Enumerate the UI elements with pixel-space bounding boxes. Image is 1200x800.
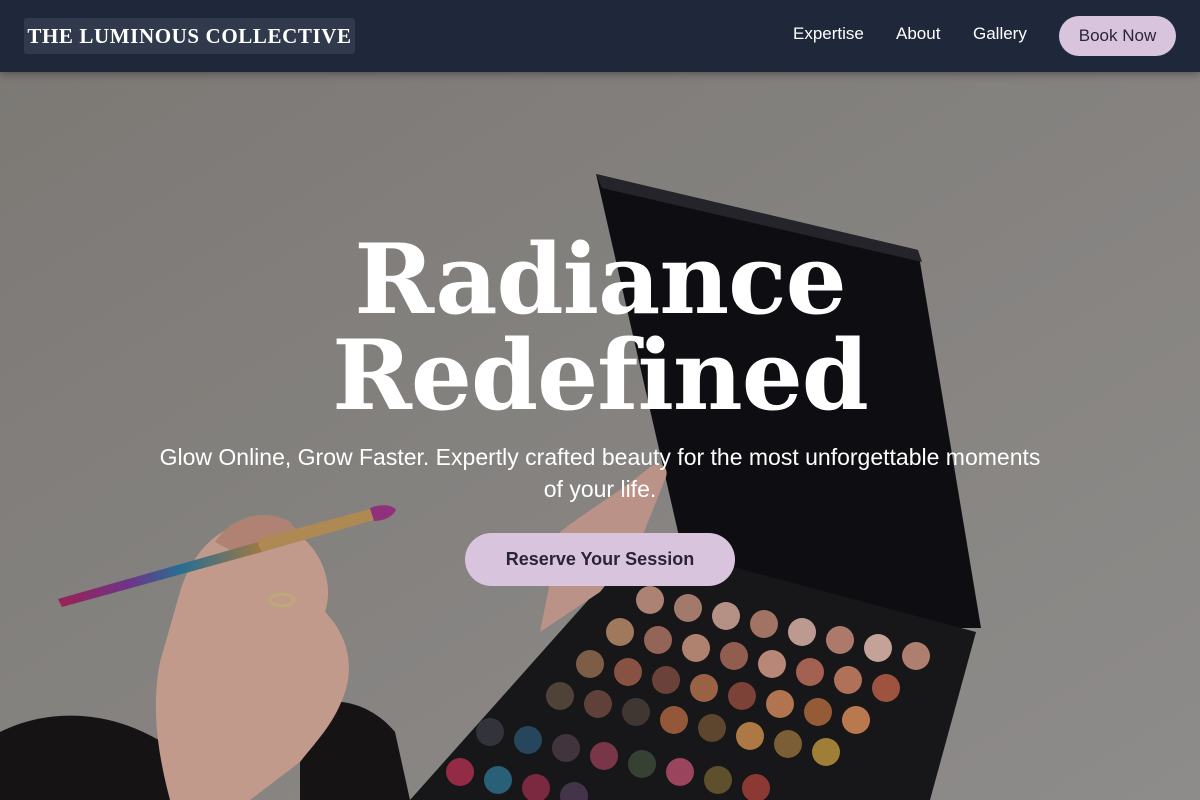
site-logo[interactable]: THE LUMINOUS COLLECTIVE	[24, 18, 355, 54]
hero-headline-line-2: Redefined	[332, 319, 869, 432]
nav-link-gallery[interactable]: Gallery	[973, 24, 1027, 44]
book-now-button[interactable]: Book Now	[1059, 16, 1176, 56]
hero-content: Radiance Redefined Glow Online, Grow Fas…	[0, 72, 1200, 800]
hero-headline-line-1: Radiance	[354, 223, 846, 336]
site-header: THE LUMINOUS COLLECTIVE Expertise About …	[0, 0, 1200, 72]
hero-subtitle: Glow Online, Grow Faster. Expertly craft…	[159, 444, 1041, 502]
reserve-session-button[interactable]: Reserve Your Session	[465, 533, 735, 586]
hero-section: Radiance Redefined Glow Online, Grow Fas…	[0, 72, 1200, 800]
nav-link-about[interactable]: About	[896, 24, 940, 44]
nav-link-expertise[interactable]: Expertise	[793, 24, 864, 44]
